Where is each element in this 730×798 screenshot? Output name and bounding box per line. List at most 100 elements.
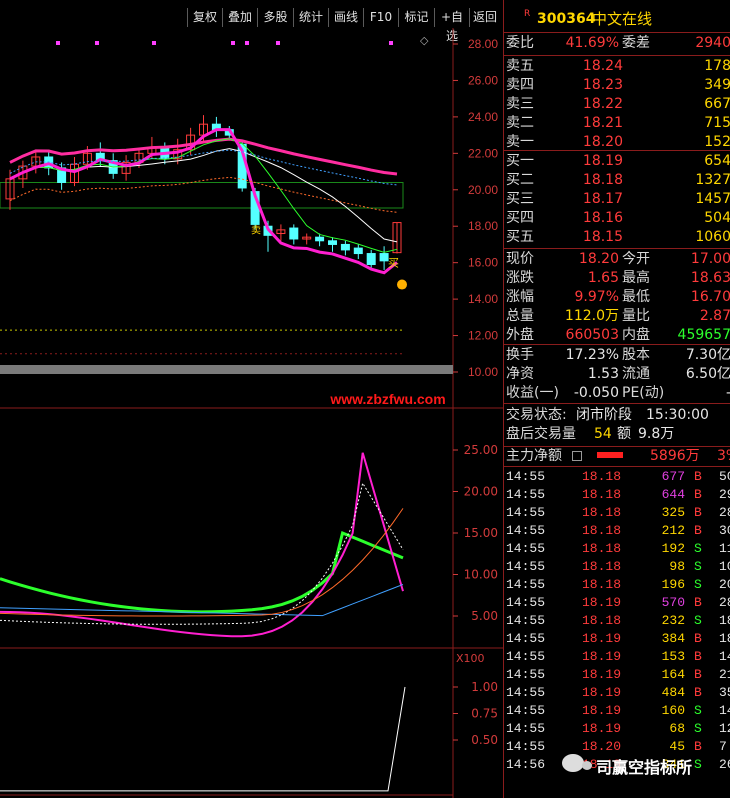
sell-row[interactable]: 卖二 18.21 715 bbox=[504, 114, 730, 133]
tick-volume: 644 bbox=[661, 487, 685, 502]
tick-row[interactable]: 14:55 18.18 644 B 29 bbox=[504, 486, 730, 504]
buy-row[interactable]: 买三 18.17 1457 bbox=[504, 190, 730, 209]
buy-row[interactable]: 买四 18.16 504 bbox=[504, 209, 730, 228]
buy-row[interactable]: 买二 18.18 1327 bbox=[504, 171, 730, 190]
stock-name[interactable]: 中文在线 bbox=[592, 10, 652, 29]
tick-volume: 196 bbox=[661, 577, 685, 592]
tick-row[interactable]: 14:55 18.18 98 S 10 bbox=[504, 558, 730, 576]
tick-volume: 192 bbox=[661, 541, 685, 556]
tick-row[interactable]: 14:55 18.19 570 B 28 bbox=[504, 594, 730, 612]
buy-price: 18.15 bbox=[582, 229, 623, 245]
brand-watermark: 司赢空指标所 bbox=[552, 752, 730, 778]
toolbar-button-4[interactable]: 画线 bbox=[328, 8, 363, 27]
sell-row[interactable]: 卖三 18.22 667 bbox=[504, 95, 730, 114]
tick-time: 14:55 bbox=[506, 685, 546, 700]
stat-value: 18.20 bbox=[578, 251, 619, 267]
tick-row[interactable]: 14:55 18.19 484 B 35 bbox=[504, 684, 730, 702]
main-net-pct: 3% bbox=[717, 448, 730, 464]
stat-row: 涨幅 9.97% 最低 16.70 bbox=[504, 288, 730, 307]
toolbar-button-1[interactable]: 叠加 bbox=[222, 8, 257, 27]
price-tick-label: 12.00 bbox=[468, 329, 498, 343]
price-tick-label: 10.00 bbox=[468, 365, 498, 379]
signal-dot bbox=[95, 41, 99, 45]
buy-row[interactable]: 买五 18.15 1060 bbox=[504, 228, 730, 247]
tick-count: 14 bbox=[719, 649, 730, 664]
tick-time: 14:55 bbox=[506, 739, 546, 754]
tick-side: B bbox=[694, 631, 702, 646]
multiplier-label: X100 bbox=[456, 652, 485, 665]
weibi-value: 41.69% bbox=[565, 35, 619, 51]
sell-price: 18.23 bbox=[582, 77, 623, 93]
tick-price: 18.18 bbox=[582, 613, 622, 628]
toolbar-button-3[interactable]: 统计 bbox=[293, 8, 328, 27]
stat-value: 17.00 bbox=[690, 251, 730, 267]
sell-row[interactable]: 卖四 18.23 349 bbox=[504, 76, 730, 95]
toolbar-button-5[interactable]: F10 bbox=[363, 8, 398, 27]
stat-label: 换手 bbox=[506, 347, 534, 363]
sub-tick-label: 5.00 bbox=[471, 609, 498, 623]
tick-row[interactable]: 14:55 18.19 68 S 12 bbox=[504, 720, 730, 738]
tick-count: 20 bbox=[719, 577, 730, 592]
tick-time: 14:55 bbox=[506, 649, 546, 664]
tick-side: B bbox=[694, 487, 702, 502]
tick-count: 11 bbox=[719, 541, 730, 556]
trade-status-row: 交易状态: 闭市阶段 15:30:00 bbox=[504, 406, 730, 425]
tick-volume: 325 bbox=[661, 505, 685, 520]
tick-row[interactable]: 14:55 18.18 196 S 20 bbox=[504, 576, 730, 594]
tick-side: B bbox=[694, 523, 702, 538]
tick-time: 14:55 bbox=[506, 469, 546, 484]
tick-row[interactable]: 14:55 18.18 325 B 28 bbox=[504, 504, 730, 522]
main-net-toggle-icon[interactable] bbox=[572, 451, 582, 461]
tick-count: 29 bbox=[719, 487, 730, 502]
tick-price: 18.18 bbox=[582, 541, 622, 556]
tick-row[interactable]: 14:55 18.19 164 B 21 bbox=[504, 666, 730, 684]
stat-value: 16.70 bbox=[690, 289, 730, 305]
toolbar-button-2[interactable]: 多股 bbox=[257, 8, 293, 27]
tick-count: 10 bbox=[719, 559, 730, 574]
tick-row[interactable]: 14:55 18.18 212 B 30 bbox=[504, 522, 730, 540]
buy-row[interactable]: 买一 18.19 654 bbox=[504, 152, 730, 171]
sell-marker: 卖 bbox=[251, 225, 261, 237]
kline-chart-area[interactable]: 28.00 26.00 24.00 22.00 20.00 18.00 16.00 14.00… bbox=[0, 28, 503, 798]
stat-label: 涨幅 bbox=[506, 289, 534, 305]
toolbar-button-8[interactable]: 返回 bbox=[469, 8, 500, 27]
toolbar-button-7[interactable]: +自选 bbox=[434, 8, 469, 43]
tick-row[interactable]: 14:55 18.18 192 S 11 bbox=[504, 540, 730, 558]
buy-price: 18.16 bbox=[582, 210, 623, 226]
tick-side: S bbox=[694, 559, 702, 574]
tick-side: B bbox=[694, 469, 702, 484]
stat-label: 现价 bbox=[506, 251, 534, 267]
tick-side: S bbox=[694, 541, 702, 556]
tick-time: 14:55 bbox=[506, 505, 546, 520]
tick-time: 14:55 bbox=[506, 595, 546, 610]
sell-volume: 667 bbox=[704, 96, 730, 112]
toolbar-button-0[interactable]: 复权 bbox=[187, 8, 222, 27]
chart-toolbar: 复权 叠加 多股 统计 画线 F10 标记 +自选 返回 bbox=[0, 8, 500, 43]
stat-row: 收益(一) -0.050PE(动) - bbox=[504, 384, 730, 403]
price-tick-label: 20.00 bbox=[468, 183, 498, 197]
tick-volume: 384 bbox=[661, 631, 685, 646]
tick-row[interactable]: 14:55 18.19 160 S 14 bbox=[504, 702, 730, 720]
tick-row[interactable]: 14:55 18.18 232 S 18 bbox=[504, 612, 730, 630]
tick-count: 28 bbox=[719, 505, 730, 520]
stat-value: -0.050 bbox=[573, 385, 619, 401]
toolbar-button-6[interactable]: 标记 bbox=[398, 8, 434, 27]
weibi-row: 委比 41.69% 委差 2940 bbox=[504, 34, 730, 53]
tick-row[interactable]: 14:55 18.18 677 B 50 bbox=[504, 468, 730, 486]
tick-time: 14:55 bbox=[506, 523, 546, 538]
bottom-tick-label: 1.00 bbox=[471, 680, 498, 694]
main-net-label: 主力净额 bbox=[506, 448, 562, 464]
tick-row[interactable]: 14:55 18.19 153 B 14 bbox=[504, 648, 730, 666]
stat-row: 换手 17.23% 股本 7.30亿 bbox=[504, 346, 730, 365]
stat-row: 净资 1.53 流通 6.50亿 bbox=[504, 365, 730, 384]
stock-code[interactable]: 300364 bbox=[537, 10, 595, 29]
tick-count: 50 bbox=[719, 469, 730, 484]
sell-row[interactable]: 卖五 18.24 178 bbox=[504, 57, 730, 76]
tick-count: 21 bbox=[719, 667, 730, 682]
tick-volume: 68 bbox=[669, 721, 685, 736]
signal-dot bbox=[276, 41, 280, 45]
tick-count: 14 bbox=[719, 703, 730, 718]
signal-dot bbox=[245, 41, 249, 45]
tick-volume: 232 bbox=[661, 613, 685, 628]
tick-row[interactable]: 14:55 18.19 384 B 18 bbox=[504, 630, 730, 648]
